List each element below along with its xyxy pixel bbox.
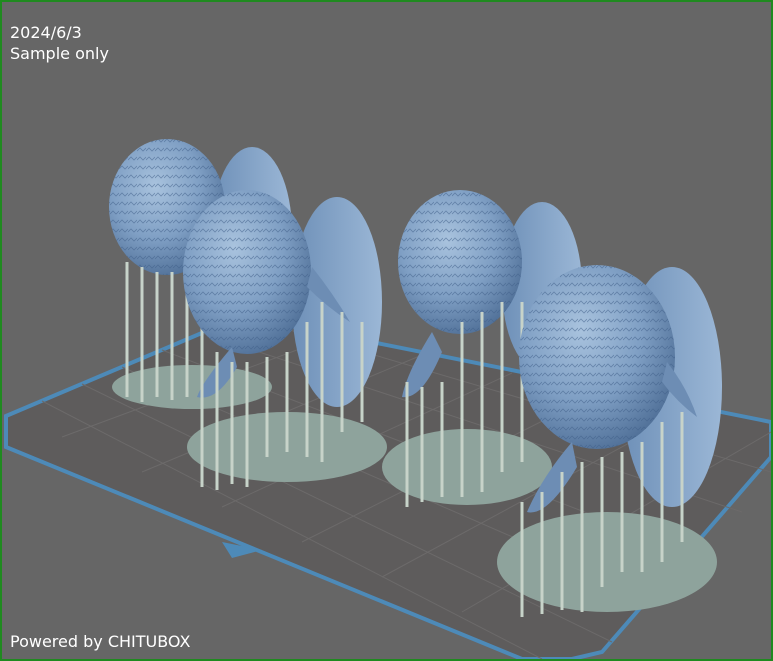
sample-note: Sample only bbox=[10, 44, 109, 63]
texture-4 bbox=[519, 265, 675, 449]
date-label: 2024/6/3 bbox=[10, 23, 82, 42]
3d-scene[interactable] bbox=[2, 2, 771, 659]
powered-by-label: Powered by CHITUBOX bbox=[10, 632, 191, 651]
raft-4 bbox=[497, 512, 717, 612]
texture-2 bbox=[183, 190, 311, 354]
chitubox-viewport[interactable]: 2024/6/3 Sample only Powered by CHITUBOX bbox=[0, 0, 773, 661]
